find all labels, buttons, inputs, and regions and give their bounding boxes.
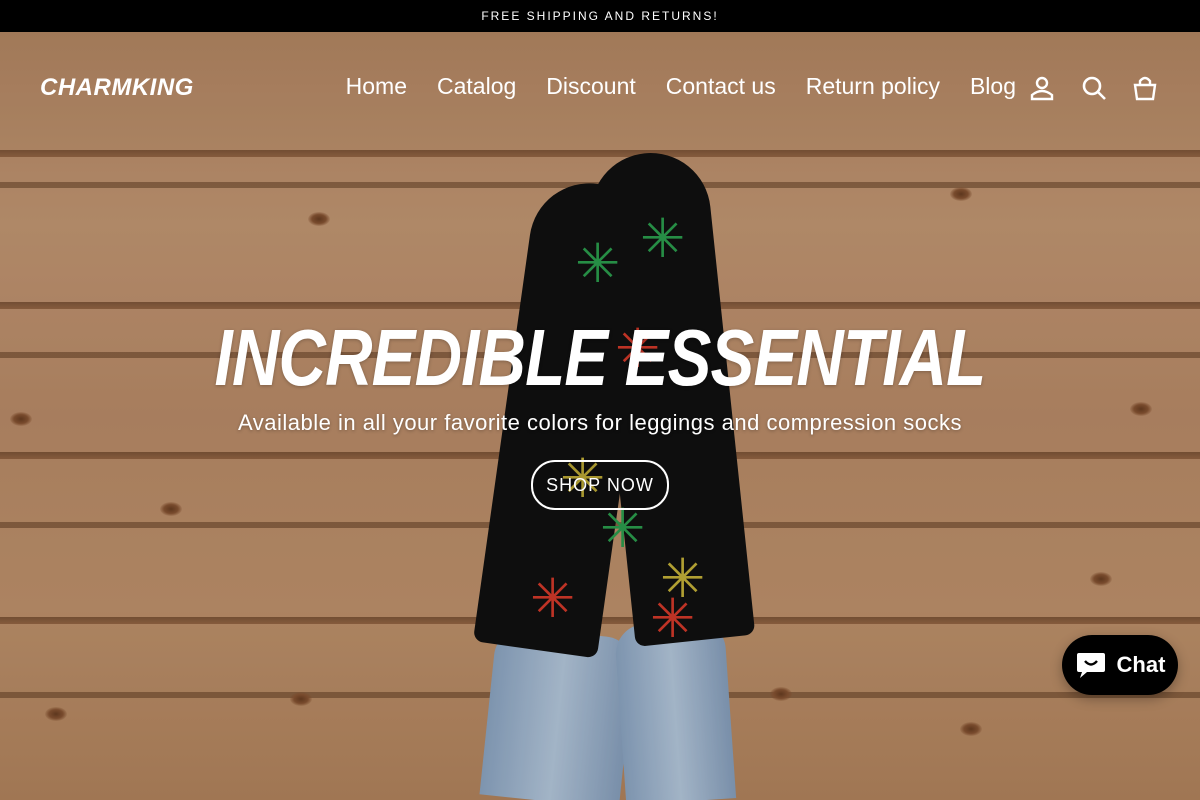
nav-item-home[interactable]: Home xyxy=(346,73,407,100)
announcement-bar: FREE SHIPPING AND RETURNS! xyxy=(0,0,1200,32)
site-header: CHARMKING Home Catalog Discount Contact … xyxy=(0,32,1200,144)
nav-item-blog[interactable]: Blog xyxy=(970,73,1016,100)
hero-subheading: Available in all your favorite colors fo… xyxy=(237,410,963,435)
chat-button[interactable]: Chat xyxy=(1062,635,1178,695)
site-logo[interactable]: CHARMKING xyxy=(40,74,194,102)
search-button[interactable] xyxy=(1078,72,1110,104)
nav-item-return-policy[interactable]: Return policy xyxy=(806,73,940,100)
chat-bubble-icon xyxy=(1076,653,1105,678)
hero-content: INCREDIBLE ESSENTIAL Available in all yo… xyxy=(0,32,1200,800)
nav-item-contact-us[interactable]: Contact us xyxy=(666,73,776,100)
shop-now-button[interactable]: SHOP NOW xyxy=(531,460,669,510)
chat-label: Chat xyxy=(1116,652,1166,677)
account-button[interactable] xyxy=(1026,72,1058,104)
cart-icon xyxy=(1133,76,1157,101)
main-nav: Home Catalog Discount Contact us Return … xyxy=(346,73,1016,100)
hero-headline: INCREDIBLE ESSENTIAL xyxy=(214,313,987,402)
cart-button[interactable] xyxy=(1129,72,1161,104)
nav-item-catalog[interactable]: Catalog xyxy=(437,73,516,100)
account-icon xyxy=(1030,76,1054,101)
announcement-text: FREE SHIPPING AND RETURNS! xyxy=(481,9,719,23)
nav-item-discount[interactable]: Discount xyxy=(546,73,635,100)
search-icon xyxy=(1082,76,1106,100)
